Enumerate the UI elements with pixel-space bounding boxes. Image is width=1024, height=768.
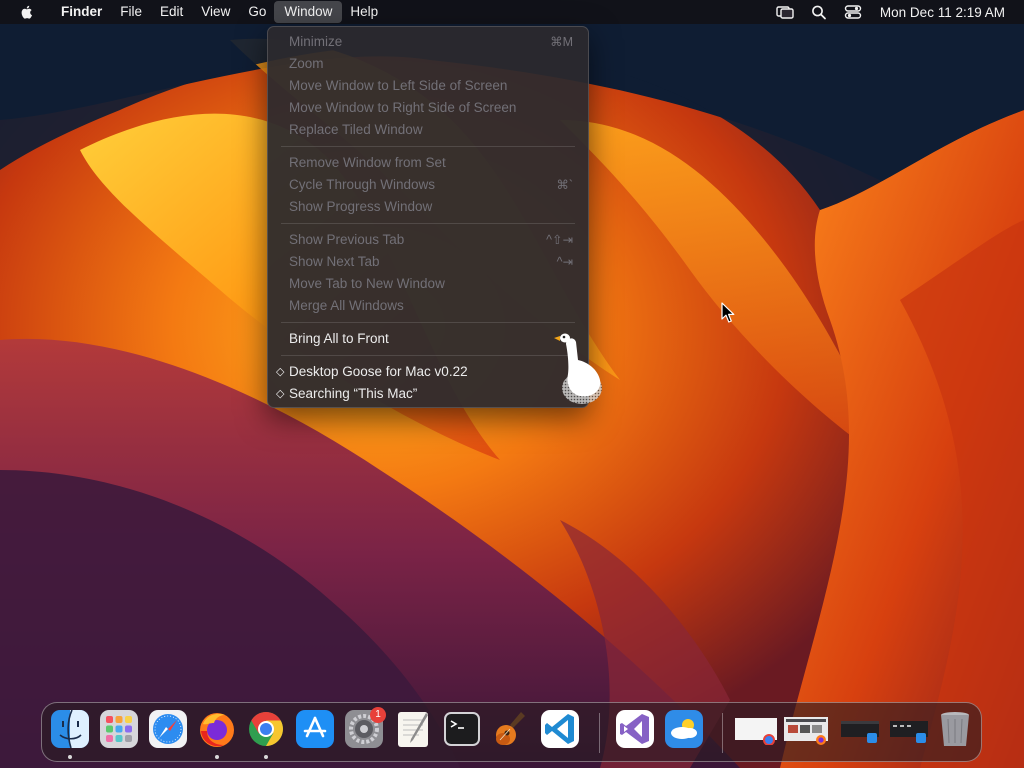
trash-icon <box>941 712 969 746</box>
menu-item-minimize[interactable]: Minimize ⌘M <box>268 31 588 53</box>
menu-item-label: Move Window to Right Side of Screen <box>289 100 517 115</box>
menu-item-label: Replace Tiled Window <box>289 122 423 137</box>
menu-item-label: Remove Window from Set <box>289 155 446 170</box>
menu-item-window-searching-this-mac[interactable]: ◇ Searching “This Mac” <box>268 383 588 405</box>
menu-item-zoom[interactable]: Zoom <box>268 53 588 75</box>
chrome-icon <box>249 712 283 746</box>
menu-finder[interactable]: Finder <box>51 1 112 23</box>
menu-item-label: Move Window to Left Side of Screen <box>289 78 508 93</box>
dock-app-garageband[interactable] <box>491 709 531 753</box>
menu-item-shortcut: ⌘M <box>550 35 573 49</box>
dock-app-vscode[interactable] <box>540 709 580 753</box>
menu-item-label: Searching “This Mac” <box>289 386 418 401</box>
apple-icon[interactable] <box>19 4 35 20</box>
menu-item-shortcut: ^⇥ <box>556 255 573 269</box>
menu-item-merge-all-windows[interactable]: Merge All Windows <box>268 295 588 317</box>
menu-item-move-window-right[interactable]: Move Window to Right Side of Screen <box>268 97 588 119</box>
menu-item-cycle-through-windows[interactable]: Cycle Through Windows ⌘` <box>268 174 588 196</box>
menu-item-window-desktop-goose[interactable]: ◇ Desktop Goose for Mac v0.22 <box>268 361 588 383</box>
minimized-window-firefox[interactable] <box>784 715 830 745</box>
menu-item-move-window-left[interactable]: Move Window to Left Side of Screen <box>268 75 588 97</box>
vscode-icon <box>541 710 579 748</box>
menu-item-label: Minimize <box>289 34 343 49</box>
desktop-goose-icon[interactable] <box>552 326 608 410</box>
menu-item-show-next-tab[interactable]: Show Next Tab ^⇥ <box>268 251 588 273</box>
dock-separator <box>599 713 600 753</box>
minimized-window-finder-2[interactable] <box>888 715 932 745</box>
app-store-icon <box>296 710 334 748</box>
dock-app-chrome[interactable] <box>246 709 286 759</box>
menu-item-label: Show Progress Window <box>289 199 433 214</box>
menu-item-replace-tiled-window[interactable]: Replace Tiled Window <box>268 119 588 141</box>
menu-item-label: Bring All to Front <box>289 331 389 346</box>
dock-trash[interactable] <box>935 709 975 753</box>
screen-mirroring-icon[interactable] <box>776 4 794 20</box>
visual-studio-icon <box>616 710 654 748</box>
menu-bar-clock[interactable]: Mon Dec 11 2:19 AM <box>880 5 1005 20</box>
garageband-guitar-icon <box>496 712 525 745</box>
terminal-icon <box>444 712 480 746</box>
menu-item-shortcut: ^⇧⇥ <box>546 233 573 247</box>
mouse-pointer-icon <box>721 302 735 323</box>
menu-separator <box>281 355 575 356</box>
window-menu-dropdown: Minimize ⌘M Zoom Move Window to Left Sid… <box>267 26 589 408</box>
menu-item-shortcut: ⌘` <box>556 178 573 192</box>
menu-file[interactable]: File <box>110 1 152 23</box>
menu-item-label: Cycle Through Windows <box>289 177 436 192</box>
dock-app-system-settings[interactable]: 1 <box>344 707 386 753</box>
dock-app-launchpad[interactable] <box>99 709 139 753</box>
menu-view[interactable]: View <box>191 1 240 23</box>
menu-go[interactable]: Go <box>238 1 276 23</box>
safari-icon <box>149 710 187 748</box>
dock-app-safari[interactable] <box>148 709 188 753</box>
menu-bar: Finder File Edit View Go Window Help Mon… <box>0 0 1024 24</box>
menu-item-show-previous-tab[interactable]: Show Previous Tab ^⇧⇥ <box>268 229 588 251</box>
notification-badge: 1 <box>370 707 386 723</box>
menu-separator <box>281 322 575 323</box>
control-center-icon[interactable] <box>844 4 862 20</box>
menu-item-label: Move Tab to New Window <box>289 276 445 291</box>
minimized-window-finder-1[interactable] <box>839 715 883 745</box>
menu-item-label: Desktop Goose for Mac v0.22 <box>289 364 468 379</box>
dock-app-app-store[interactable] <box>295 709 335 753</box>
dock-app-textedit[interactable] <box>393 709 433 753</box>
window-diamond-icon: ◇ <box>276 366 285 378</box>
window-thumbnail-icon <box>890 721 928 743</box>
dock-app-terminal[interactable] <box>442 709 482 753</box>
window-diamond-icon: ◇ <box>276 388 285 400</box>
finder-icon <box>51 709 89 749</box>
menu-separator <box>281 223 575 224</box>
weather-icon <box>665 710 703 748</box>
dock-app-firefox[interactable] <box>197 709 237 759</box>
menu-edit[interactable]: Edit <box>150 1 193 23</box>
dock-app-visual-studio[interactable] <box>615 709 655 753</box>
window-thumbnail-icon <box>841 721 879 743</box>
menu-item-label: Merge All Windows <box>289 298 404 313</box>
minimized-window-chrome[interactable] <box>735 715 779 745</box>
menu-window[interactable]: Window <box>274 1 343 23</box>
dock-app-weather[interactable] <box>664 709 704 753</box>
menu-item-move-tab-to-new-window[interactable]: Move Tab to New Window <box>268 273 588 295</box>
menu-help[interactable]: Help <box>340 1 388 23</box>
window-thumbnail-icon <box>784 717 828 745</box>
dock-app-finder[interactable] <box>50 709 90 759</box>
running-indicator <box>68 755 72 759</box>
menu-item-bring-all-to-front[interactable]: Bring All to Front <box>268 328 588 350</box>
menu-item-label: Show Next Tab <box>289 254 380 269</box>
menu-item-label: Show Previous Tab <box>289 232 405 247</box>
running-indicator <box>264 755 268 759</box>
dock: 1 <box>41 702 982 762</box>
menu-item-remove-window-from-set[interactable]: Remove Window from Set <box>268 152 588 174</box>
firefox-icon <box>200 713 234 747</box>
menu-separator <box>281 146 575 147</box>
running-indicator <box>215 755 219 759</box>
menu-item-label: Zoom <box>289 56 324 71</box>
spotlight-search-icon[interactable] <box>810 4 828 20</box>
launchpad-icon <box>100 710 138 748</box>
textedit-icon <box>398 712 428 747</box>
menu-item-show-progress-window[interactable]: Show Progress Window <box>268 196 588 218</box>
window-thumbnail-icon <box>735 718 777 745</box>
dock-separator <box>722 713 723 753</box>
